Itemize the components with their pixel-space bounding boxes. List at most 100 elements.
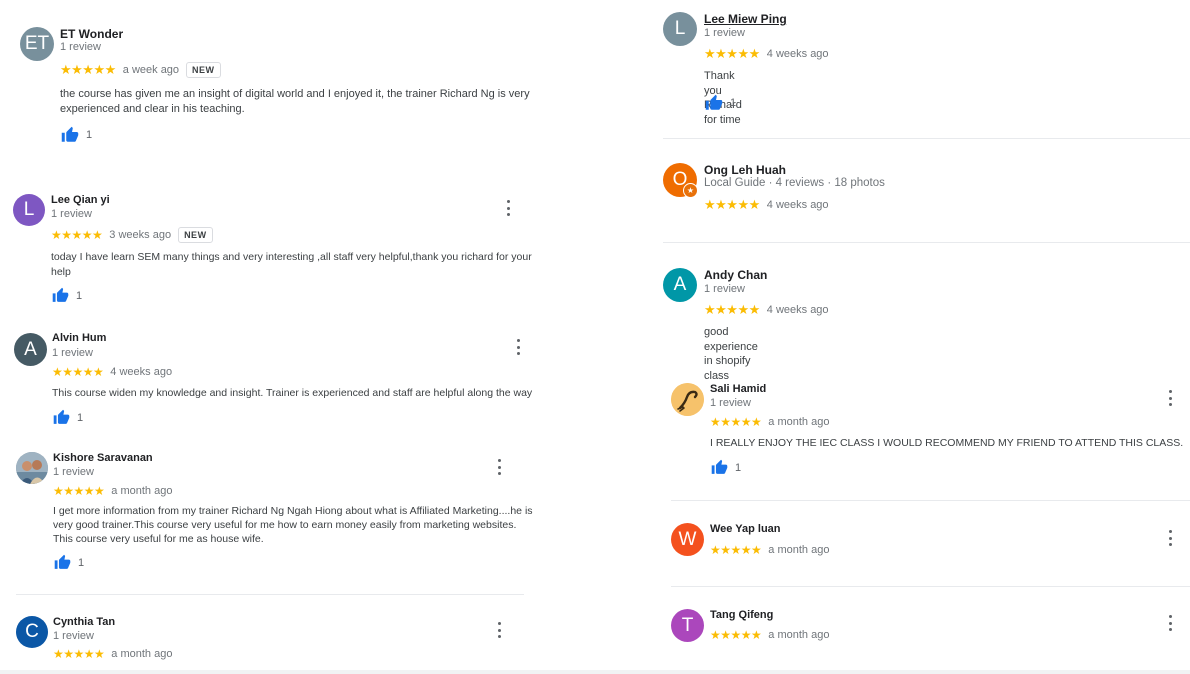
divider: [671, 500, 1190, 501]
avatar-photo[interactable]: [671, 383, 704, 416]
reviewer-meta: Local Guide · 4 reviews · 18 photos: [704, 177, 885, 189]
avatar[interactable]: W: [671, 523, 704, 556]
review-time: 4 weeks ago: [766, 199, 829, 211]
star-rating: ★★★★★: [60, 62, 116, 77]
like-button[interactable]: 1: [52, 409, 83, 426]
reviewer-meta: 1 review: [51, 208, 92, 220]
star-rating: ★★★★★: [704, 46, 760, 61]
reviewer-name[interactable]: Lee Qian yi: [51, 194, 110, 206]
rating-row: ★★★★★ 4 weeks ago: [704, 197, 829, 213]
reviewer-name[interactable]: Wee Yap luan: [710, 523, 781, 535]
star-rating: ★★★★★: [710, 415, 762, 429]
review-time: 3 weeks ago: [109, 229, 172, 241]
like-count: 1: [86, 129, 93, 141]
like-count: 1: [78, 556, 85, 569]
like-count: 1: [77, 411, 84, 424]
review-time: a month ago: [111, 648, 173, 660]
review-text: I get more information from my trainer R…: [53, 505, 533, 545]
more-options-button[interactable]: [505, 200, 511, 216]
rating-row: ★★★★★ 4 weeks ago: [704, 46, 829, 62]
reviewer-meta: 1 review: [704, 27, 745, 39]
reviewer-name[interactable]: Lee Miew Ping: [704, 12, 787, 26]
like-button[interactable]: 1: [53, 554, 84, 571]
thumbs-up-icon: [52, 409, 71, 426]
star-rating: ★★★★★: [53, 484, 105, 498]
review-time: a week ago: [122, 64, 180, 76]
more-options-button[interactable]: [1167, 615, 1173, 631]
reviewer-meta: 1 review: [53, 630, 94, 642]
divider: [663, 138, 1190, 139]
like-count: 1: [735, 461, 742, 474]
review-time: a month ago: [768, 629, 830, 641]
avatar[interactable]: A: [663, 268, 697, 302]
thumbs-up-icon: [704, 94, 724, 112]
review-time: a month ago: [768, 416, 830, 428]
reviewer-name[interactable]: Alvin Hum: [52, 332, 106, 344]
more-options-button[interactable]: [496, 459, 502, 475]
reviewer-meta: 1 review: [710, 397, 751, 409]
avatar[interactable]: L: [663, 12, 697, 46]
rating-row: ★★★★★ a month ago: [710, 628, 829, 642]
rating-row: ★★★★★ 4 weeks ago: [704, 302, 829, 318]
more-options-button[interactable]: [515, 339, 521, 355]
local-guide-icon: ★: [683, 183, 698, 198]
reviewer-name[interactable]: Cynthia Tan: [53, 616, 115, 628]
more-options-button[interactable]: [1167, 390, 1173, 406]
reviewer-name[interactable]: Andy Chan: [704, 268, 767, 282]
avatar[interactable]: C: [16, 616, 48, 648]
avatar[interactable]: ET: [20, 27, 54, 61]
more-options-button[interactable]: [1167, 530, 1173, 546]
thumbs-up-icon: [53, 554, 72, 571]
star-rating: ★★★★★: [710, 628, 762, 642]
reviewer-name[interactable]: ET Wonder: [60, 27, 123, 41]
bottom-border: [0, 670, 1190, 674]
rating-row: ★★★★★ a month ago: [710, 543, 829, 557]
review-text: This course widen my knowledge and insig…: [52, 387, 533, 399]
review-text: today I have learn SEM many things and v…: [51, 251, 532, 278]
star-rating: ★★★★★: [710, 543, 762, 557]
rating-row: ★★★★★ a month ago: [53, 647, 172, 661]
review-time: 4 weeks ago: [110, 366, 173, 378]
rating-row: ★★★★★ 4 weeks ago: [52, 365, 172, 379]
review-time: 4 weeks ago: [766, 48, 829, 60]
rating-row: ★★★★★ a week ago NEW: [60, 62, 221, 78]
reviewer-meta: 1 review: [52, 347, 93, 359]
reviewer-name[interactable]: Sali Hamid: [710, 383, 766, 395]
like-button[interactable]: 1: [60, 126, 92, 144]
rating-row: ★★★★★ 3 weeks ago NEW: [51, 227, 213, 243]
review-time: a month ago: [768, 544, 830, 556]
thumbs-up-icon: [51, 287, 70, 304]
avatar-photo[interactable]: [16, 452, 48, 484]
avatar[interactable]: A: [14, 333, 47, 366]
thumbs-up-icon: [710, 459, 729, 476]
reviewer-meta: 1 review: [60, 41, 101, 53]
like-button[interactable]: 1: [51, 287, 82, 304]
more-options-button[interactable]: [496, 622, 502, 638]
review-time: a month ago: [111, 485, 173, 497]
new-badge: NEW: [178, 227, 213, 243]
like-button[interactable]: 1: [710, 459, 741, 476]
like-button[interactable]: 1: [704, 94, 736, 112]
new-badge: NEW: [186, 62, 221, 78]
review-text: the course has given me an insight of di…: [60, 88, 530, 115]
star-rating: ★★★★★: [704, 302, 760, 317]
reviewer-name[interactable]: Tang Qifeng: [710, 609, 773, 621]
divider: [671, 586, 1190, 587]
like-count: 1: [730, 97, 737, 109]
profile-photo-icon: [16, 452, 48, 484]
thumbs-up-icon: [60, 126, 80, 144]
avatar[interactable]: T: [671, 609, 704, 642]
like-count: 1: [76, 289, 83, 302]
reviewer-name[interactable]: Kishore Saravanan: [53, 452, 153, 464]
reviewer-meta: 1 review: [53, 466, 94, 478]
avatar[interactable]: L: [13, 194, 45, 226]
review-text: good experience in shopify class: [704, 326, 758, 382]
review-time: 4 weeks ago: [766, 304, 829, 316]
review-text: I REALLY ENJOY THE IEC CLASS I WOULD REC…: [710, 437, 1184, 449]
reviewer-meta: 1 review: [704, 283, 745, 295]
rating-row: ★★★★★ a month ago: [710, 415, 829, 429]
star-rating: ★★★★★: [52, 365, 104, 379]
scorpion-icon: [671, 383, 704, 416]
star-rating: ★★★★★: [51, 228, 103, 242]
reviewer-name[interactable]: Ong Leh Huah: [704, 163, 786, 177]
